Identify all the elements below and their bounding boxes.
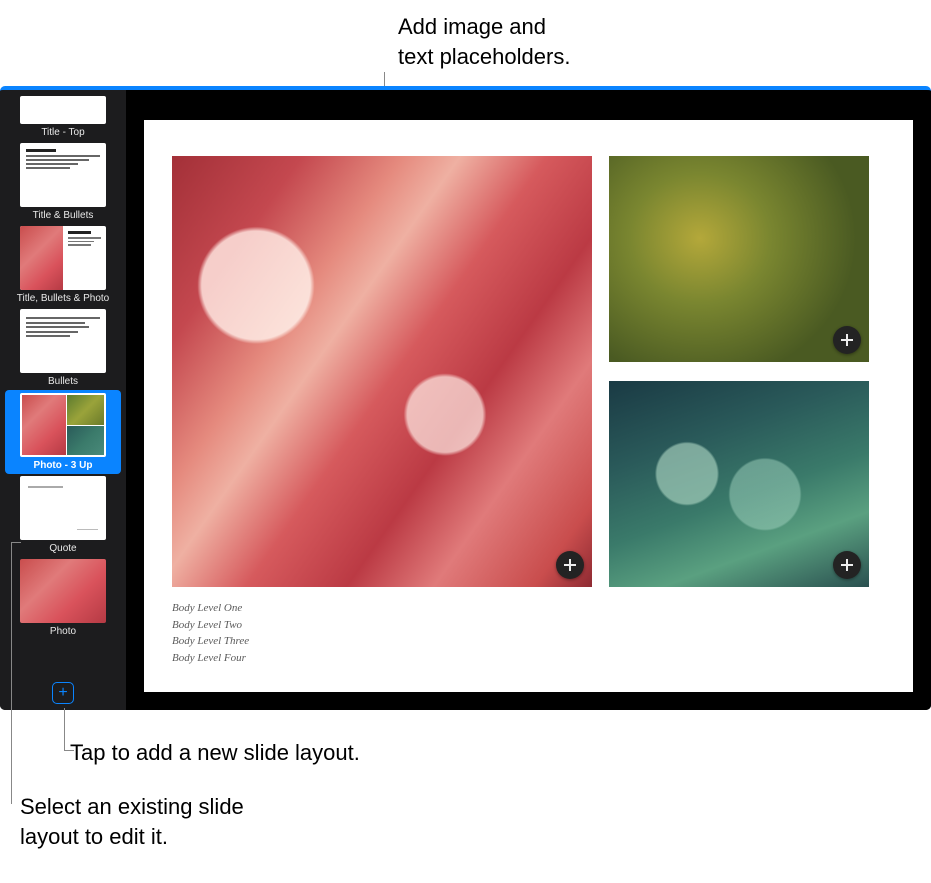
sidebar-item-label: Title, Bullets & Photo [17, 293, 109, 304]
plus-icon [840, 558, 854, 572]
sidebar-item-quote[interactable]: Quote [0, 474, 126, 557]
slide-thumbnail [20, 226, 106, 290]
slide-thumbnail [20, 559, 106, 623]
sidebar-item-title-top[interactable]: Title - Top [0, 94, 126, 141]
slide-thumbnail [20, 476, 106, 540]
add-placeholder-button[interactable] [833, 326, 861, 354]
slide-layout-sidebar: Title - Top Title & Bullets Title, Bulle… [0, 90, 126, 710]
image-placeholder-2[interactable] [609, 156, 869, 362]
slide-thumbnail [20, 143, 106, 207]
body-text-placeholder[interactable]: Body Level One Body Level Two Body Level… [172, 600, 885, 666]
callout-select-layout: Select an existing slide layout to edit … [20, 792, 244, 851]
body-level-line: Body Level Two [172, 617, 885, 634]
sidebar-item-title-bullets[interactable]: Title & Bullets [0, 141, 126, 224]
body-level-line: Body Level Three [172, 633, 885, 650]
sidebar-item-label: Bullets [48, 376, 78, 387]
sidebar-item-title-bullets-photo[interactable]: Title, Bullets & Photo [0, 224, 126, 307]
plus-icon [840, 333, 854, 347]
plus-icon [563, 558, 577, 572]
sidebar-item-photo-3-up[interactable]: Photo - 3 Up [5, 390, 121, 474]
callout-line [11, 542, 21, 543]
add-placeholder-button[interactable] [833, 551, 861, 579]
sidebar-item-label: Photo - 3 Up [34, 460, 93, 471]
sidebar-item-label: Title - Top [41, 127, 84, 138]
photo-grid [172, 156, 885, 588]
app-window: Title - Top Title & Bullets Title, Bulle… [0, 86, 931, 710]
callout-line [64, 708, 65, 750]
sidebar-item-label: Title & Bullets [33, 210, 94, 221]
image-placeholder-3[interactable] [609, 381, 869, 587]
slide-thumbnail [20, 309, 106, 373]
add-slide-layout-button[interactable]: + [52, 682, 74, 704]
body-level-line: Body Level One [172, 600, 885, 617]
add-placeholder-button[interactable] [556, 551, 584, 579]
sidebar-item-label: Photo [50, 626, 76, 637]
callout-line [11, 542, 12, 804]
body-level-line: Body Level Four [172, 650, 885, 667]
callout-add-placeholders: Add image and text placeholders. [398, 12, 570, 71]
sidebar-item-label: Quote [49, 543, 76, 554]
slide-thumbnail [20, 393, 106, 457]
slide-thumbnail [20, 96, 106, 124]
slide[interactable]: Body Level One Body Level Two Body Level… [144, 120, 913, 692]
plus-icon: + [58, 685, 67, 701]
slide-canvas-area: Body Level One Body Level Two Body Level… [126, 90, 931, 710]
sidebar-item-photo[interactable]: Photo [0, 557, 126, 640]
image-placeholder-1[interactable] [172, 156, 592, 587]
sidebar-item-bullets[interactable]: Bullets [0, 307, 126, 390]
callout-add-new-layout: Tap to add a new slide layout. [70, 738, 360, 768]
